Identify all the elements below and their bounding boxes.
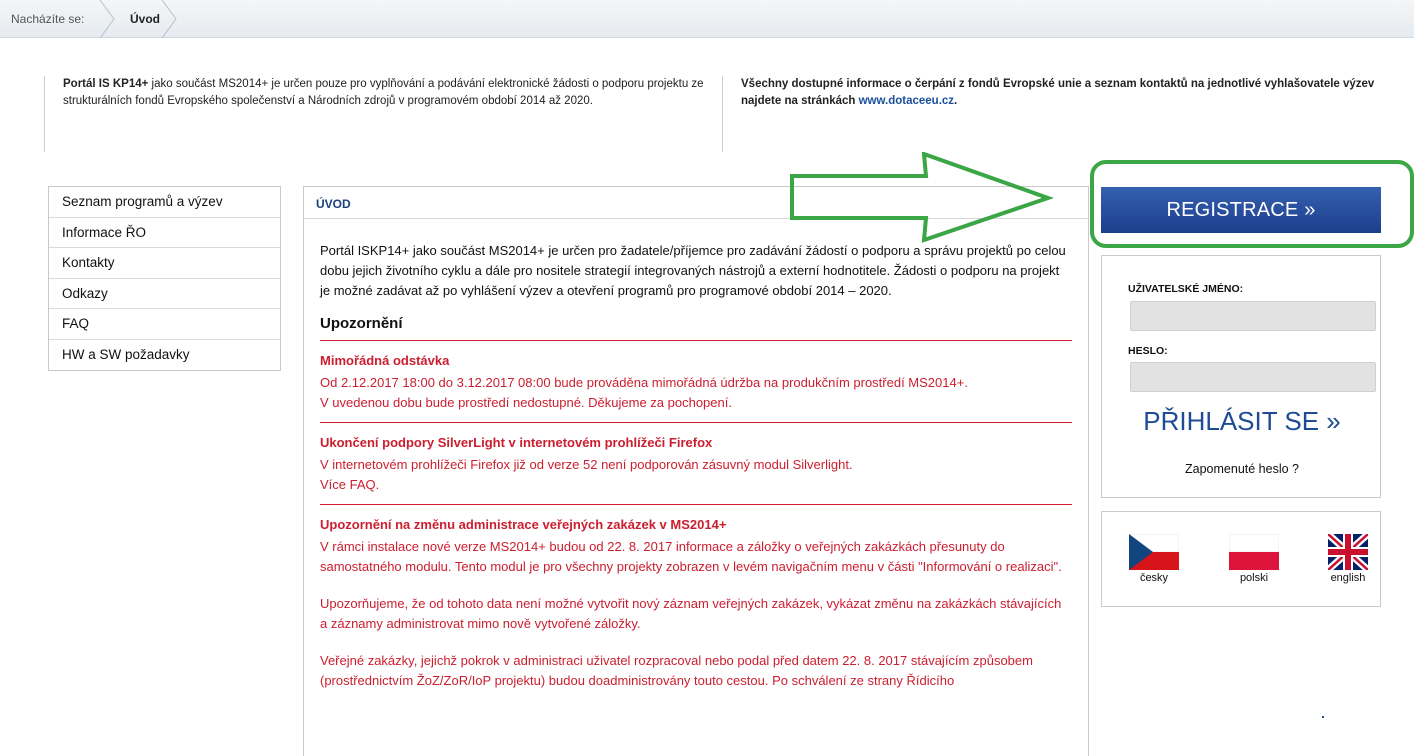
notice-body: V internetovém prohlížeči Firefox již od… — [320, 455, 1072, 495]
sidebar-item-hw-sw[interactable]: HW a SW požadavky — [49, 340, 280, 371]
polish-flag-icon — [1229, 534, 1279, 570]
username-label: UŽIVATELSKÉ JMÉNO: — [1128, 283, 1244, 295]
sidebar-item-ro-info[interactable]: Informace ŘO — [49, 218, 280, 248]
language-selector: česky polski english — [1101, 511, 1381, 607]
registration-button[interactable]: REGISTRACE » — [1101, 187, 1381, 233]
sidebar-item-programs[interactable]: Seznam programů a výzev — [49, 187, 280, 218]
dotaceeu-link[interactable]: www.dotaceeu.cz — [859, 95, 954, 107]
faq-link[interactable]: Více FAQ. — [320, 477, 379, 492]
login-button[interactable]: PŘIHLÁSIT SE » — [1102, 406, 1382, 437]
uk-flag-icon — [1328, 534, 1368, 570]
arrow-right-icon — [790, 152, 1055, 243]
notice-item: Mimořádná odstávka Od 2.12.2017 18:00 do… — [320, 341, 1072, 423]
notice-item: Upozornění na změnu administrace veřejný… — [320, 505, 1072, 700]
intro-right-body: Všechny dostupné informace o čerpání z f… — [741, 78, 1375, 107]
main-panel: ÚVOD Portál ISKP14+ jako součást MS2014+… — [303, 186, 1089, 756]
breadcrumb: Nacházíte se: Úvod — [0, 0, 1414, 38]
sidebar-item-faq[interactable]: FAQ — [49, 309, 280, 340]
notice-paragraph: Veřejné zakázky, jejichž pokrok v admini… — [320, 653, 1033, 688]
breadcrumb-separator-icon — [161, 0, 177, 38]
language-label: česky — [1139, 572, 1169, 584]
sidebar-item-links[interactable]: Odkazy — [49, 279, 280, 309]
sidebar-item-contacts[interactable]: Kontakty — [49, 248, 280, 279]
notice-title: Mimořádná odstávka — [320, 353, 450, 368]
notice-body: V rámci instalace nové verze MS2014+ bud… — [320, 539, 1062, 574]
intro-right-end: . — [954, 95, 958, 107]
breadcrumb-label: Nacházíte se: — [11, 12, 85, 26]
intro-portal-name: Portál IS KP14+ — [63, 78, 149, 90]
intro-left-body: jako součást MS2014+ je určen pouze pro … — [63, 78, 704, 107]
decorative-dot — [1322, 716, 1324, 718]
password-label: HESLO: — [1128, 345, 1168, 357]
password-input[interactable] — [1130, 362, 1376, 392]
username-input[interactable] — [1130, 301, 1376, 331]
notice-title: Ukončení podpory SilverLight v interneto… — [320, 435, 713, 450]
login-panel: UŽIVATELSKÉ JMÉNO: HESLO: PŘIHLÁSIT SE »… — [1101, 255, 1381, 498]
notice-body: Od 2.12.2017 18:00 do 3.12.2017 08:00 bu… — [320, 373, 1072, 413]
warning-heading: Upozornění — [320, 315, 1072, 341]
language-english[interactable]: english — [1320, 534, 1376, 584]
forgot-password-link[interactable]: Zapomenuté heslo ? — [1102, 462, 1382, 476]
breadcrumb-separator-icon — [99, 0, 115, 38]
notice-paragraph: Upozorňujeme, že od tohoto data není mož… — [320, 596, 1062, 631]
language-polish[interactable]: polski — [1226, 534, 1282, 584]
intro-text-left: Portál IS KP14+ jako součást MS2014+ je … — [44, 76, 724, 152]
notice-body-line: Od 2.12.2017 18:00 do 3.12.2017 08:00 bu… — [320, 375, 968, 390]
czech-flag-icon — [1129, 534, 1179, 570]
sidebar-menu: Seznam programů a výzev Informace ŘO Kon… — [48, 186, 281, 371]
language-czech[interactable]: česky — [1126, 534, 1182, 584]
breadcrumb-current[interactable]: Úvod — [130, 12, 160, 26]
main-intro-paragraph: Portál ISKP14+ jako součást MS2014+ je u… — [320, 243, 1066, 298]
language-label: english — [1330, 572, 1366, 584]
notice-body-line: V internetovém prohlížeči Firefox již od… — [320, 457, 853, 472]
language-label: polski — [1239, 572, 1269, 584]
intro-text-right: Všechny dostupné informace o čerpání z f… — [722, 76, 1402, 152]
notice-item: Ukončení podpory SilverLight v interneto… — [320, 423, 1072, 505]
notice-body-line: V uvedenou dobu bude prostředí nedostupn… — [320, 395, 732, 410]
main-panel-body: Portál ISKP14+ jako součást MS2014+ je u… — [304, 219, 1088, 700]
notice-title: Upozornění na změnu administrace veřejný… — [320, 517, 727, 532]
